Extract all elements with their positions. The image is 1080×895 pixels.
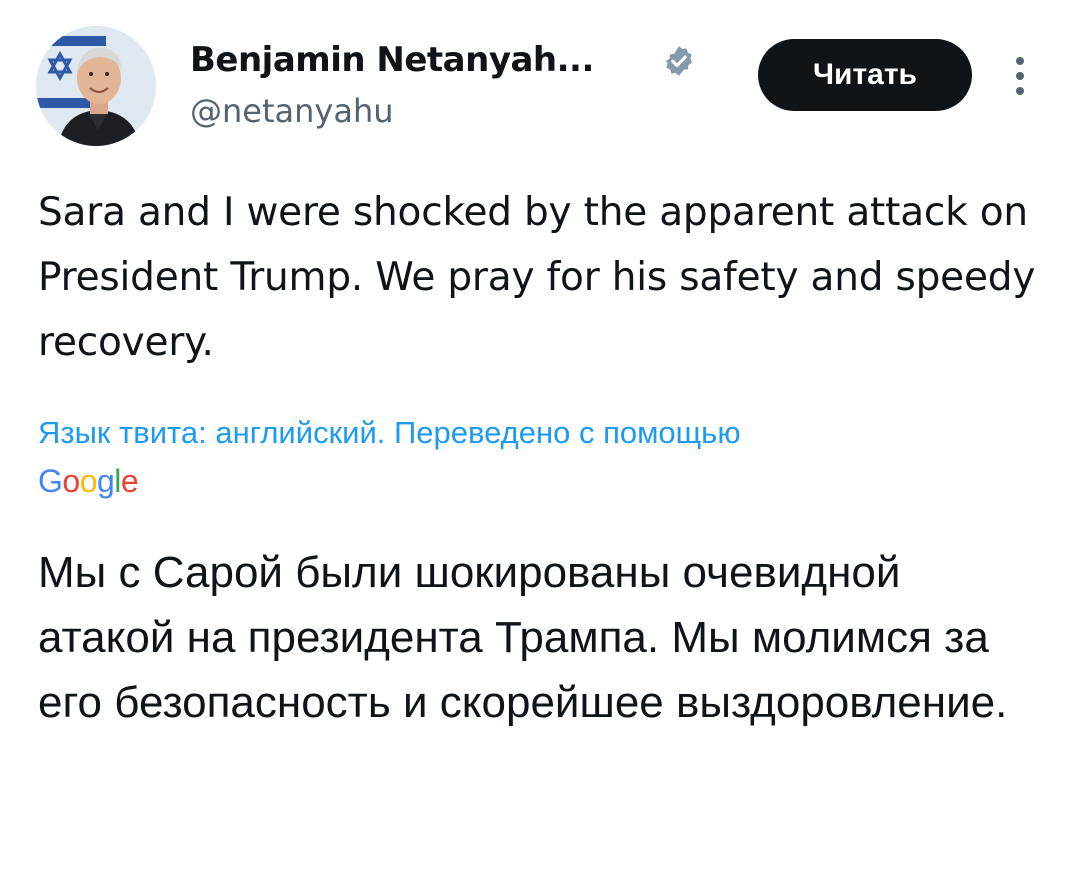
avatar[interactable] <box>36 26 156 146</box>
translation-note[interactable]: Язык твита: английский. Переведено с пом… <box>38 414 1048 452</box>
translated-text: Мы с Сарой были шокированы очевидной ата… <box>38 548 1008 727</box>
google-letter: l <box>114 463 121 499</box>
google-letter: o <box>79 463 98 499</box>
tweet-card: Benjamin Netanyah... @netanyahu Читать S… <box>0 0 1080 895</box>
tweet-text: Sara and I were shocked by the apparent … <box>38 190 1036 365</box>
profile-photo-icon <box>36 26 156 146</box>
verified-badge-icon <box>665 46 693 76</box>
vertical-dots-icon[interactable] <box>1007 54 1033 98</box>
follow-button[interactable]: Читать <box>758 39 972 111</box>
google-letter: G <box>38 463 63 499</box>
google-logo[interactable]: Google <box>38 462 139 500</box>
google-letter: e <box>120 463 139 499</box>
google-wordmark: Google <box>38 462 139 500</box>
google-letter: o <box>62 463 80 499</box>
user-handle[interactable]: @netanyahu <box>190 92 394 130</box>
google-letter: g <box>96 463 115 499</box>
display-name[interactable]: Benjamin Netanyah... <box>190 40 594 80</box>
